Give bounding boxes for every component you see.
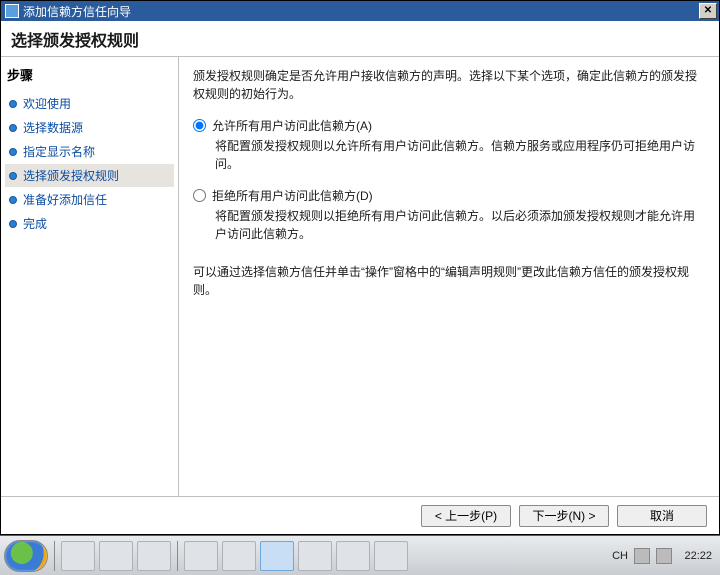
step-bullet-icon bbox=[9, 148, 17, 156]
step-ready-to-add-trust[interactable]: 准备好添加信任 bbox=[5, 188, 174, 211]
ime-indicator[interactable]: CH bbox=[612, 550, 628, 562]
taskbar-separator bbox=[177, 541, 178, 571]
wizard-window: 添加信赖方信任向导 ✕ 选择颁发授权规则 步骤 欢迎使用 选择数据源 指定显示名… bbox=[0, 0, 720, 535]
task-app-5[interactable] bbox=[336, 541, 370, 571]
window-title: 添加信赖方信任向导 bbox=[23, 3, 699, 20]
titlebar: 添加信赖方信任向导 ✕ bbox=[1, 1, 719, 21]
step-label: 欢迎使用 bbox=[23, 95, 71, 112]
step-bullet-icon bbox=[9, 196, 17, 204]
step-label: 指定显示名称 bbox=[23, 143, 95, 160]
step-specify-display-name[interactable]: 指定显示名称 bbox=[5, 140, 174, 163]
step-label: 选择颁发授权规则 bbox=[23, 167, 119, 184]
option-permit-all-desc: 将配置颁发授权规则以允许所有用户访问此信赖方。信赖方服务或应用程序仍可拒绝用户访… bbox=[215, 137, 701, 173]
next-button[interactable]: 下一步(N) > bbox=[519, 505, 609, 527]
cancel-button[interactable]: 取消 bbox=[617, 505, 707, 527]
option-deny-all-radio[interactable] bbox=[193, 189, 206, 202]
pinned-app-2[interactable] bbox=[99, 541, 133, 571]
task-app-1[interactable] bbox=[184, 541, 218, 571]
pinned-app-3[interactable] bbox=[137, 541, 171, 571]
system-tray: CH 22:22 bbox=[612, 548, 720, 564]
step-bullet-icon bbox=[9, 172, 17, 180]
tray-icon-1[interactable] bbox=[634, 548, 650, 564]
steps-heading: 步骤 bbox=[5, 63, 174, 92]
task-app-2[interactable] bbox=[222, 541, 256, 571]
start-button[interactable] bbox=[4, 540, 48, 572]
task-app-6[interactable] bbox=[374, 541, 408, 571]
option-permit-all[interactable]: 允许所有用户访问此信赖方(A) bbox=[193, 117, 701, 135]
step-choose-issuance-auth-rules[interactable]: 选择颁发授权规则 bbox=[5, 164, 174, 187]
taskbar: CH 22:22 bbox=[0, 535, 720, 575]
edit-rules-note: 可以通过选择信赖方信任并单击“操作”窗格中的“编辑声明规则”更改此信赖方信任的颁… bbox=[193, 263, 701, 299]
clock[interactable]: 22:22 bbox=[678, 550, 712, 562]
previous-button[interactable]: < 上一步(P) bbox=[421, 505, 511, 527]
option-permit-all-radio[interactable] bbox=[193, 119, 206, 132]
task-app-4[interactable] bbox=[298, 541, 332, 571]
header-band: 选择颁发授权规则 bbox=[1, 21, 719, 57]
intro-text: 颁发授权规则确定是否允许用户接收信赖方的声明。选择以下某个选项，确定此信赖方的颁… bbox=[193, 67, 701, 103]
steps-sidebar: 步骤 欢迎使用 选择数据源 指定显示名称 选择颁发授权规则 准备好添加信任 bbox=[1, 57, 179, 496]
page-title: 选择颁发授权规则 bbox=[11, 27, 139, 51]
close-button[interactable]: ✕ bbox=[699, 3, 717, 19]
content-pane: 颁发授权规则确定是否允许用户接收信赖方的声明。选择以下某个选项，确定此信赖方的颁… bbox=[179, 57, 719, 496]
body: 步骤 欢迎使用 选择数据源 指定显示名称 选择颁发授权规则 准备好添加信任 bbox=[1, 57, 719, 496]
option-deny-all-desc: 将配置颁发授权规则以拒绝所有用户访问此信赖方。以后必须添加颁发授权规则才能允许用… bbox=[215, 207, 701, 243]
step-label: 准备好添加信任 bbox=[23, 191, 107, 208]
option-permit-all-label: 允许所有用户访问此信赖方(A) bbox=[212, 117, 372, 135]
step-label: 选择数据源 bbox=[23, 119, 83, 136]
option-deny-all-label: 拒绝所有用户访问此信赖方(D) bbox=[212, 187, 373, 205]
button-row: < 上一步(P) 下一步(N) > 取消 bbox=[1, 496, 719, 534]
step-bullet-icon bbox=[9, 220, 17, 228]
app-icon bbox=[5, 4, 19, 18]
taskbar-separator bbox=[54, 541, 55, 571]
step-select-data-source[interactable]: 选择数据源 bbox=[5, 116, 174, 139]
step-bullet-icon bbox=[9, 100, 17, 108]
step-finish[interactable]: 完成 bbox=[5, 212, 174, 235]
pinned-app-1[interactable] bbox=[61, 541, 95, 571]
step-welcome[interactable]: 欢迎使用 bbox=[5, 92, 174, 115]
option-deny-all[interactable]: 拒绝所有用户访问此信赖方(D) bbox=[193, 187, 701, 205]
step-bullet-icon bbox=[9, 124, 17, 132]
task-app-3[interactable] bbox=[260, 541, 294, 571]
pinned-apps bbox=[61, 541, 171, 571]
step-label: 完成 bbox=[23, 215, 47, 232]
tray-icon-2[interactable] bbox=[656, 548, 672, 564]
running-apps bbox=[184, 541, 408, 571]
